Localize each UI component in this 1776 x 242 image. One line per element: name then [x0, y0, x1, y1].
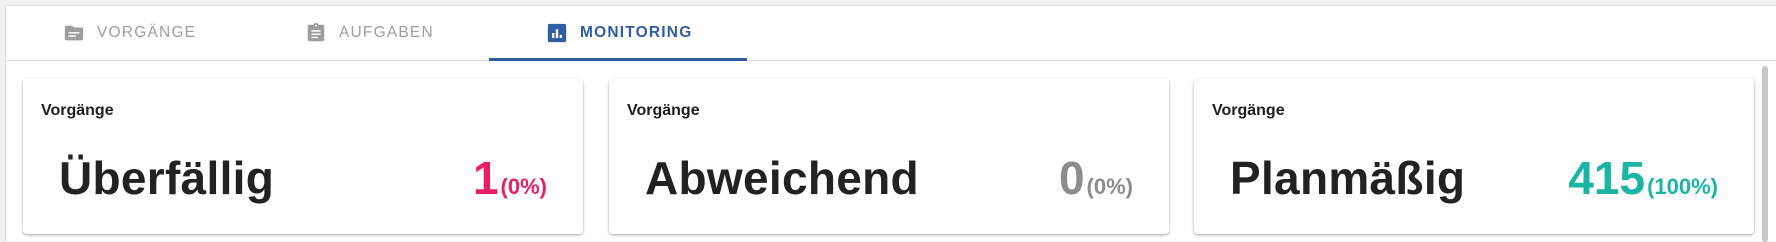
folder-icon: [63, 22, 85, 44]
tab-aufgaben[interactable]: AUFGABEN: [305, 6, 434, 60]
bar-chart-icon: [546, 22, 568, 44]
active-tab-indicator: [489, 58, 747, 61]
card-title: Überfällig: [59, 152, 275, 204]
card-label: Vorgänge: [41, 102, 114, 119]
vertical-scrollbar[interactable]: [1762, 66, 1768, 242]
card-value-group: 1 (0%): [473, 151, 547, 205]
card-abweichend[interactable]: Vorgänge Abweichend 0 (0%): [609, 79, 1169, 234]
tab-bar: VORGÄNGE AUFGABEN MONITORING: [6, 6, 1776, 61]
tab-vorgaenge[interactable]: VORGÄNGE: [63, 6, 196, 60]
card-percent: (100%): [1647, 174, 1718, 199]
card-planmaessig[interactable]: Vorgänge Planmäßig 415 (100%): [1194, 79, 1754, 234]
tab-monitoring-label: MONITORING: [580, 24, 693, 41]
card-title: Planmäßig: [1230, 152, 1466, 204]
card-count: 415: [1568, 152, 1646, 204]
tab-monitoring[interactable]: MONITORING: [546, 6, 692, 60]
card-count: 0: [1058, 152, 1085, 204]
card-label: Vorgänge: [627, 102, 700, 119]
card-title: Abweichend: [645, 152, 919, 204]
tab-aufgaben-label: AUFGABEN: [339, 24, 434, 41]
card-ueberfaellig[interactable]: Vorgänge Überfällig 1 (0%): [23, 79, 583, 234]
monitoring-window: VORGÄNGE AUFGABEN MONITORING Vorgänge Üb…: [5, 5, 1776, 242]
card-percent: (0%): [1086, 174, 1133, 199]
tab-vorgaenge-label: VORGÄNGE: [97, 24, 197, 41]
card-count: 1: [472, 152, 499, 204]
clipboard-icon: [305, 22, 327, 44]
card-percent: (0%): [500, 174, 547, 199]
card-value-group: 415 (100%): [1568, 151, 1718, 205]
card-value-group: 0 (0%): [1059, 151, 1133, 205]
card-label: Vorgänge: [1212, 102, 1285, 119]
